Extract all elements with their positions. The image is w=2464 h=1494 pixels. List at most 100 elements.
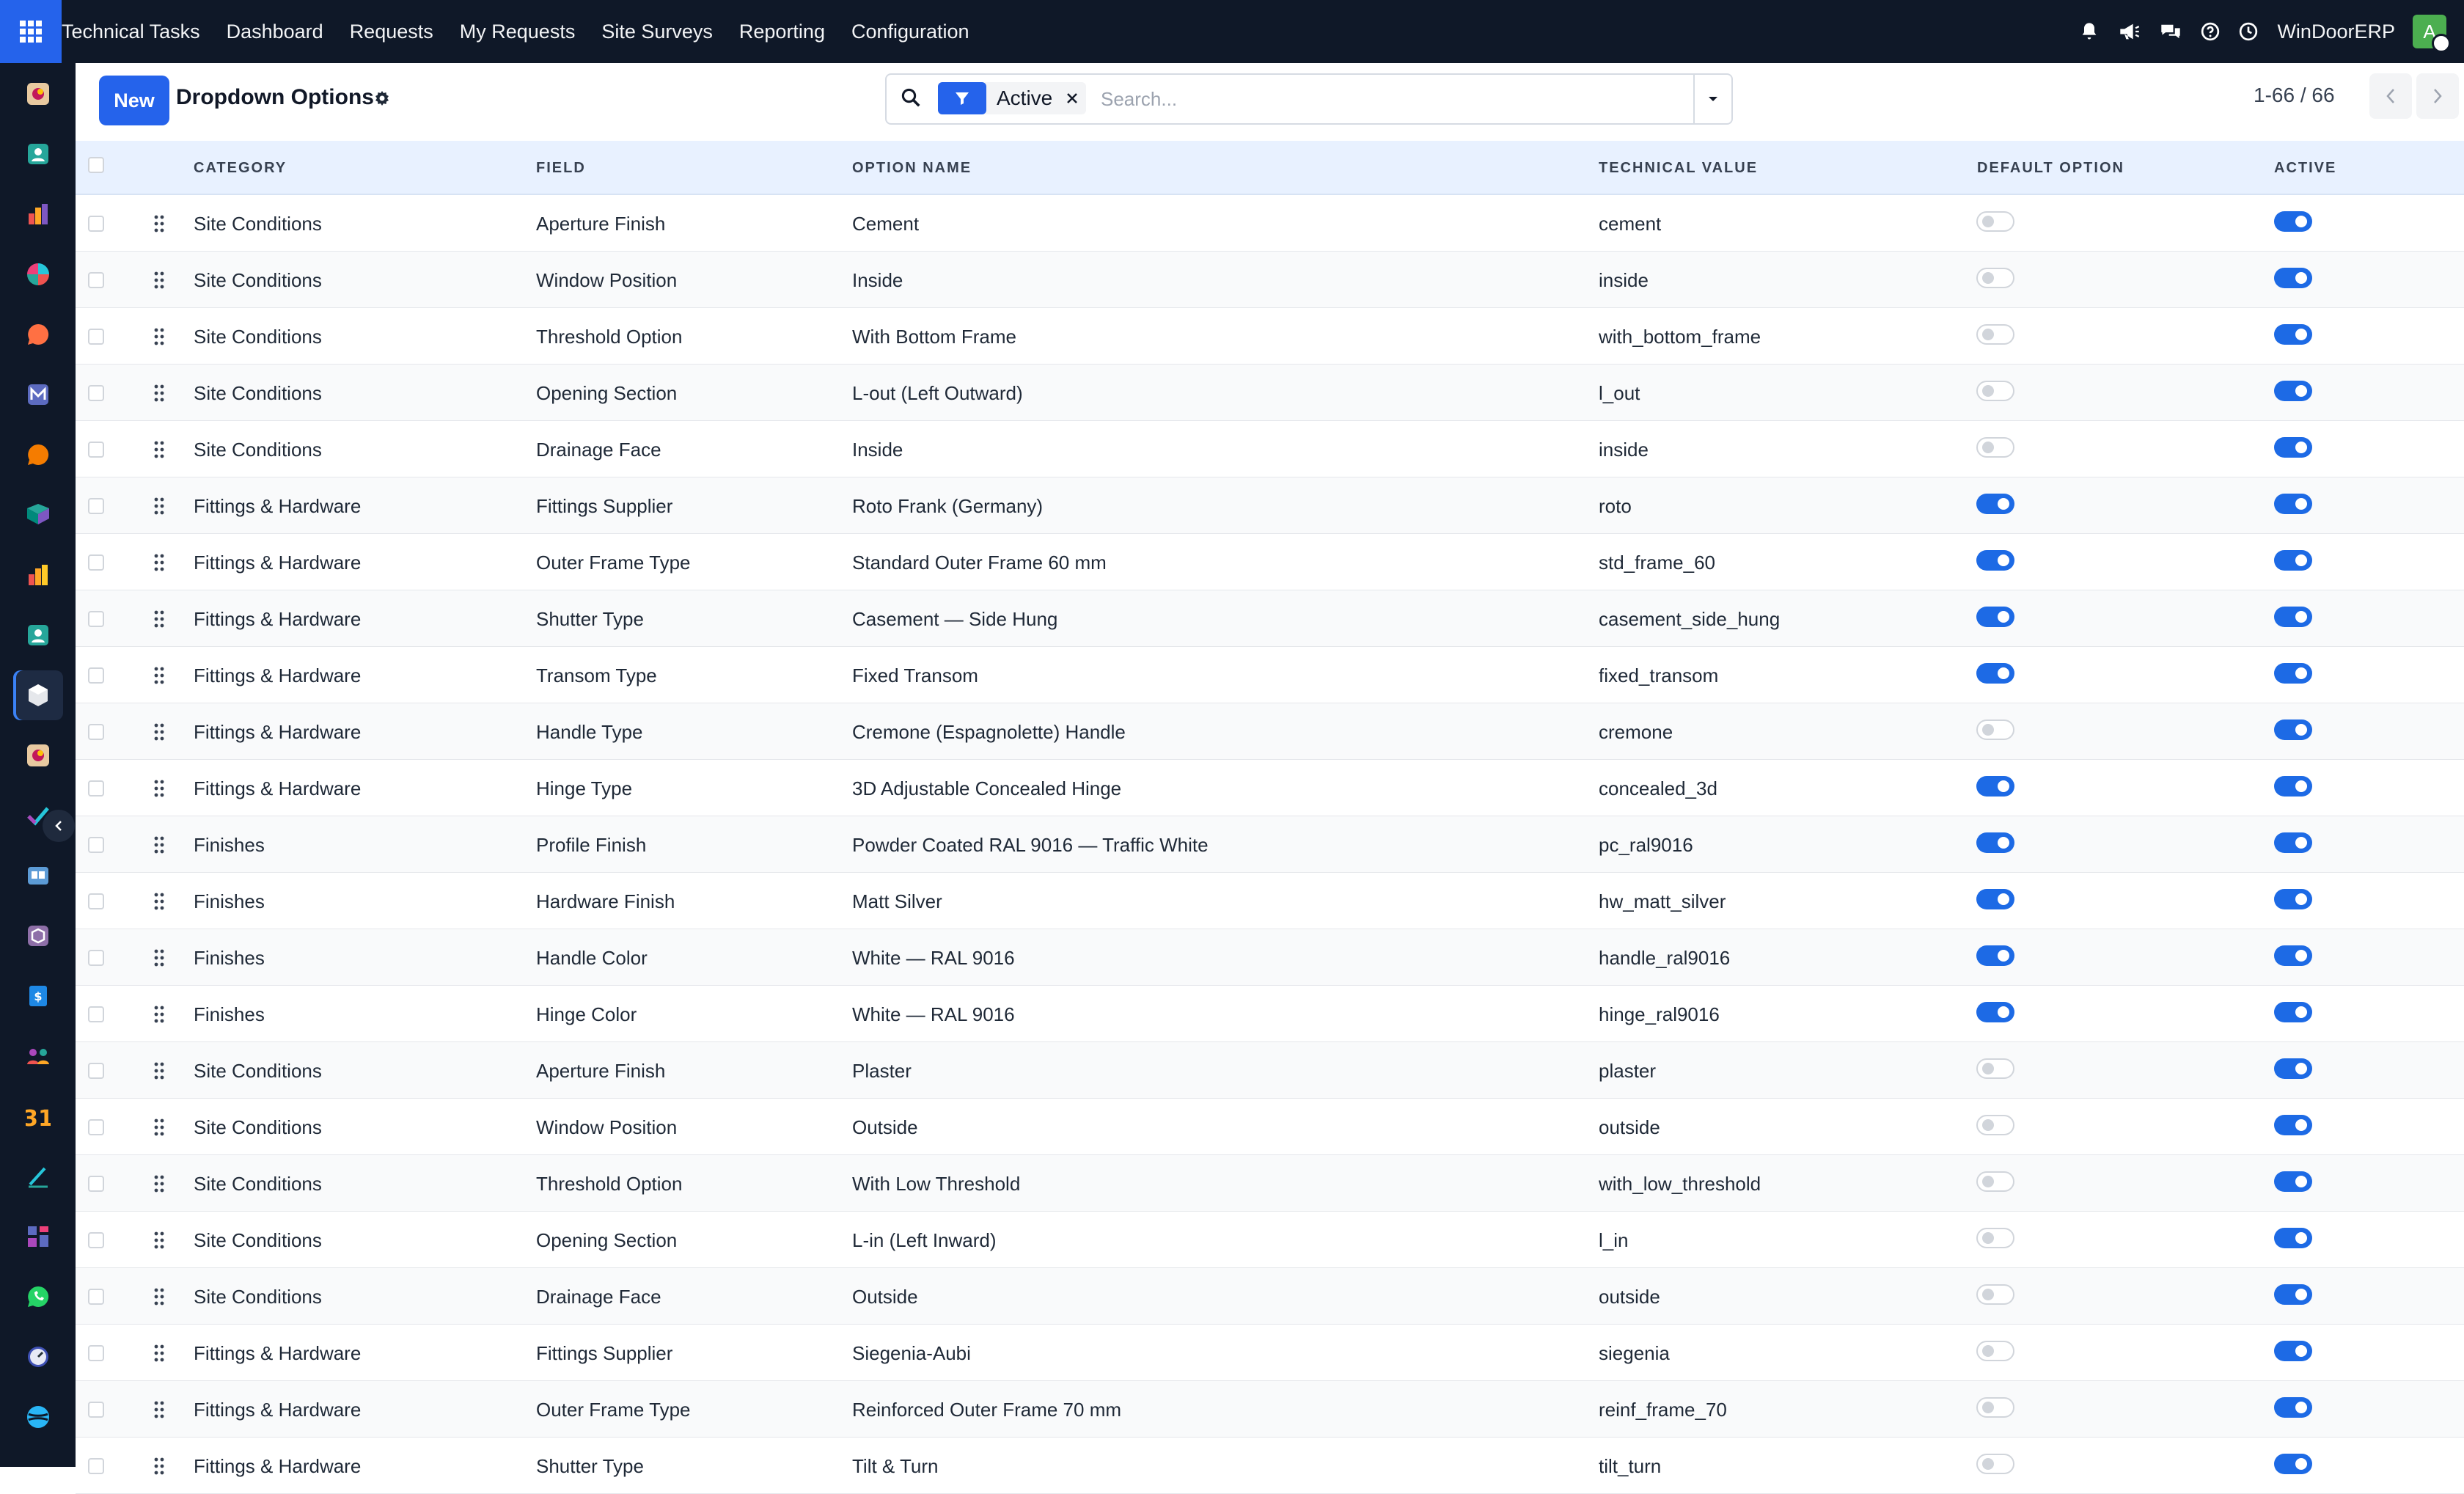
option-name-cell[interactable]: With Bottom Frame: [852, 326, 1016, 348]
technical-value-cell[interactable]: pc_ral9016: [1599, 834, 1693, 857]
menu-dashboard[interactable]: Dashboard: [227, 21, 323, 43]
option-name-cell[interactable]: L-in (Left Inward): [852, 1229, 997, 1252]
megaphone-icon[interactable]: [2119, 21, 2141, 42]
active-toggle[interactable]: [2274, 889, 2312, 909]
app-invoicing[interactable]: $: [13, 971, 63, 1021]
technical-value-cell[interactable]: fixed_transom: [1599, 664, 1718, 687]
table-row[interactable]: Site Conditions Drainage Face Inside inside: [76, 421, 2464, 477]
app-live-chat[interactable]: [13, 430, 63, 480]
active-toggle[interactable]: [2274, 1284, 2312, 1305]
category-cell[interactable]: Finishes: [194, 834, 265, 857]
menu-configuration[interactable]: Configuration: [851, 21, 969, 43]
column-header-field[interactable]: FIELD: [536, 160, 586, 177]
table-row[interactable]: Fittings & Hardware Outer Frame Type Stand…: [76, 534, 2464, 590]
row-select-checkbox[interactable]: [88, 1458, 104, 1474]
field-cell[interactable]: Fittings Supplier: [536, 495, 672, 518]
search-input[interactable]: [1099, 84, 1660, 114]
table-row[interactable]: Site Conditions Drainage Face Outside outsi…: [76, 1268, 2464, 1325]
table-row[interactable]: Finishes Profile Finish Powder Coated RAL …: [76, 816, 2464, 873]
field-cell[interactable]: Handle Type: [536, 721, 643, 744]
drag-handle-icon[interactable]: [153, 271, 165, 293]
active-toggle[interactable]: [2274, 1171, 2312, 1192]
default-option-toggle[interactable]: [1976, 1341, 2014, 1361]
default-option-toggle[interactable]: [1976, 1115, 2014, 1135]
drag-handle-icon[interactable]: [153, 948, 165, 971]
field-cell[interactable]: Drainage Face: [536, 439, 661, 461]
category-cell[interactable]: Fittings & Hardware: [194, 608, 361, 631]
category-cell[interactable]: Finishes: [194, 947, 265, 970]
option-name-cell[interactable]: Plaster: [852, 1060, 912, 1083]
search-options-toggle[interactable]: [1693, 75, 1731, 123]
row-select-checkbox[interactable]: [88, 216, 104, 232]
table-row[interactable]: Site Conditions Window Position Outside out…: [76, 1099, 2464, 1155]
field-cell[interactable]: Fittings Supplier: [536, 1342, 672, 1365]
pager-value[interactable]: 1-66 / 66: [2254, 84, 2335, 107]
technical-value-cell[interactable]: reinf_frame_70: [1599, 1399, 1727, 1421]
table-row[interactable]: Fittings & Hardware Fittings Supplier Roto…: [76, 477, 2464, 534]
table-row[interactable]: Fittings & Hardware Outer Frame Type Reinf…: [76, 1381, 2464, 1438]
app-website[interactable]: [13, 1392, 63, 1442]
option-name-cell[interactable]: Roto Frank (Germany): [852, 495, 1043, 518]
option-name-cell[interactable]: Casement — Side Hung: [852, 608, 1057, 631]
category-cell[interactable]: Site Conditions: [194, 439, 322, 461]
row-select-checkbox[interactable]: [88, 1289, 104, 1305]
table-row[interactable]: Site Conditions Aperture Finish Plaster pla…: [76, 1042, 2464, 1099]
table-row[interactable]: Site Conditions Opening Section L-in (Left…: [76, 1212, 2464, 1268]
technical-value-cell[interactable]: outside: [1599, 1286, 1660, 1308]
default-option-toggle[interactable]: [1976, 945, 2014, 966]
app-title[interactable]: Technical Tasks: [62, 21, 200, 43]
active-toggle[interactable]: [2274, 1341, 2312, 1361]
active-toggle[interactable]: [2274, 776, 2312, 797]
default-option-toggle[interactable]: [1976, 211, 2014, 232]
row-select-checkbox[interactable]: [88, 950, 104, 966]
option-name-cell[interactable]: Fixed Transom: [852, 664, 978, 687]
option-name-cell[interactable]: With Low Threshold: [852, 1173, 1020, 1195]
table-row[interactable]: Fittings & Hardware Shutter Type Casement …: [76, 590, 2464, 647]
user-avatar[interactable]: A: [2413, 15, 2451, 53]
help-icon[interactable]: [2201, 22, 2220, 41]
default-option-toggle[interactable]: [1976, 268, 2014, 288]
column-header-option-name[interactable]: OPTION NAME: [852, 160, 972, 177]
option-name-cell[interactable]: L-out (Left Outward): [852, 382, 1023, 405]
table-row[interactable]: Finishes Hardware Finish Matt Silver hw_mat…: [76, 873, 2464, 929]
row-select-checkbox[interactable]: [88, 1119, 104, 1135]
default-option-toggle[interactable]: [1976, 1397, 2014, 1418]
table-row[interactable]: Finishes Hinge Color White — RAL 9016 hinge…: [76, 986, 2464, 1042]
category-cell[interactable]: Site Conditions: [194, 326, 322, 348]
default-option-toggle[interactable]: [1976, 437, 2014, 458]
default-option-toggle[interactable]: [1976, 1171, 2014, 1192]
field-cell[interactable]: Opening Section: [536, 382, 677, 405]
default-option-toggle[interactable]: [1976, 1228, 2014, 1248]
app-project[interactable]: [13, 730, 63, 780]
drag-handle-icon[interactable]: [153, 553, 165, 576]
default-option-toggle[interactable]: [1976, 324, 2014, 345]
technical-value-cell[interactable]: handle_ral9016: [1599, 947, 1730, 970]
active-toggle[interactable]: [2274, 1058, 2312, 1079]
column-header-technical-value[interactable]: TECHNICAL VALUE: [1599, 160, 1758, 177]
field-cell[interactable]: Window Position: [536, 269, 677, 292]
column-header-default-option[interactable]: DEFAULT OPTION: [1977, 160, 2124, 177]
app-calendar[interactable]: 31: [13, 1091, 63, 1141]
field-cell[interactable]: Outer Frame Type: [536, 1399, 691, 1421]
row-select-checkbox[interactable]: [88, 554, 104, 571]
active-toggle[interactable]: [2274, 1002, 2312, 1022]
active-toggle[interactable]: [2274, 719, 2312, 740]
field-cell[interactable]: Profile Finish: [536, 834, 646, 857]
option-name-cell[interactable]: Cement: [852, 213, 919, 235]
category-cell[interactable]: Fittings & Hardware: [194, 664, 361, 687]
field-cell[interactable]: Threshold Option: [536, 326, 682, 348]
active-toggle[interactable]: [2274, 607, 2312, 627]
technical-value-cell[interactable]: hw_matt_silver: [1599, 890, 1726, 913]
row-select-checkbox[interactable]: [88, 1345, 104, 1361]
drag-handle-icon[interactable]: [153, 666, 165, 689]
technical-value-cell[interactable]: std_frame_60: [1599, 552, 1715, 574]
field-cell[interactable]: Transom Type: [536, 664, 657, 687]
drag-handle-icon[interactable]: [153, 1231, 165, 1253]
category-cell[interactable]: Fittings & Hardware: [194, 1342, 361, 1365]
option-name-cell[interactable]: Reinforced Outer Frame 70 mm: [852, 1399, 1121, 1421]
field-cell[interactable]: Hinge Type: [536, 777, 632, 800]
drag-handle-icon[interactable]: [153, 892, 165, 915]
technical-value-cell[interactable]: roto: [1599, 495, 1632, 518]
app-chat[interactable]: [13, 310, 63, 359]
menu-site-surveys[interactable]: Site Surveys: [601, 21, 713, 43]
